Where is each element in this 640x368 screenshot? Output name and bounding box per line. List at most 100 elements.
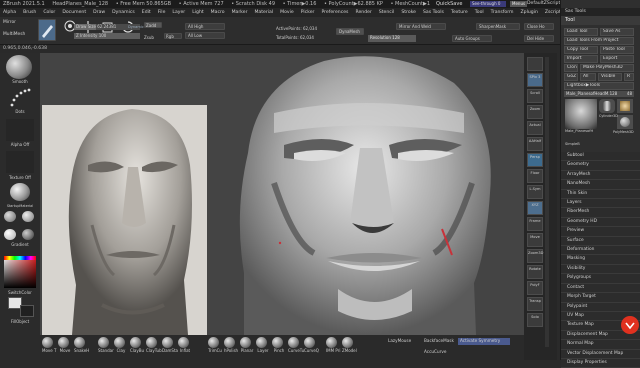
brush-snakehook[interactable]: SnakeH [74,337,89,353]
multimesh-button[interactable]: MultiMesh [3,32,25,38]
dots-stroke-icon[interactable] [8,87,32,109]
menu-material[interactable]: Material [254,8,273,17]
menu-dynamics[interactable]: Dynamics [112,8,135,17]
rgb-button[interactable]: Rgb [164,33,182,39]
brush-trimcurve[interactable]: TrimCu [208,337,222,353]
save-as-button[interactable]: Save As [600,28,634,36]
load-tool-button[interactable]: Load Tool [564,28,598,36]
subpalette-deformation[interactable]: Deformation [561,246,640,256]
frame-button[interactable]: Frame [527,217,543,231]
accucurve-button[interactable]: AccuCurve [424,349,446,355]
subpalette-surface[interactable]: Surface [561,236,640,247]
export-button[interactable]: Export [600,55,634,63]
smooth-brush-button[interactable] [6,55,32,79]
subpalette-normal-map[interactable]: Normal Map [561,340,640,350]
brush-curvetube[interactable]: CurveTu [288,337,304,353]
menu-stroke[interactable]: Stroke [401,8,416,17]
subpalette-geometry[interactable]: Geometry [561,161,640,171]
menu-zplugin[interactable]: Zplugin [521,8,538,17]
menu-document[interactable]: Document [62,8,86,17]
mirror-weld-button[interactable]: Mirror And Weld [396,23,446,30]
subpalette-subtool[interactable]: Subtool [561,152,640,162]
clone-button[interactable]: Clone [564,64,578,72]
subpalette-preview[interactable]: Preview [561,227,640,237]
menu-picker[interactable]: Picker [301,8,315,17]
default-zscript-button[interactable]: DefaultZScript [527,0,560,8]
material-sphere[interactable] [10,183,30,201]
dynamesh-button[interactable]: DynaMesh [336,28,364,35]
brush-damstandard[interactable]: DamSta [162,337,178,353]
all-low-button[interactable]: All Low [185,32,225,39]
menu-texture[interactable]: Texture [451,8,468,17]
menu-color[interactable]: Color [43,8,55,17]
brush-standard[interactable]: Standar [98,337,114,353]
menu-tool[interactable]: Tool [475,8,484,17]
subpalette-masking[interactable]: Masking [561,255,640,265]
resolution-slider[interactable]: Resolution 128 [368,35,416,42]
mirror-button[interactable]: Mirror [3,20,16,26]
local-symmetry-button[interactable]: L.Sym [527,185,543,199]
brush-pinch[interactable]: Pinch [272,337,286,353]
brush-clay[interactable]: Clay [114,337,128,353]
xyz-button[interactable]: XYZ [527,201,543,215]
subpalette-display-properties[interactable]: Display Properties [561,358,640,368]
subpalette-vector-displacement-map[interactable]: Vector Displacement Map [561,349,640,359]
tool-thumbnail-simpleb[interactable] [617,115,633,129]
alpha-slot[interactable] [6,119,34,141]
menu-marker[interactable]: Marker [232,8,248,17]
brush-curvequadfill[interactable]: CurveQ [304,337,319,353]
brush-move-topological[interactable]: Move T [42,337,56,353]
close-holes-button[interactable]: Close Ho [524,23,554,30]
menu-stencil[interactable]: Stencil [379,8,395,17]
scroll-button[interactable]: Scroll [527,89,543,103]
floor-button[interactable]: Floor [527,169,543,183]
brush-zmodeler[interactable]: ZModel [342,337,357,353]
hue-strip[interactable] [4,256,36,260]
z-intensity-slider[interactable]: Z Intensity 100 [74,33,140,39]
zsub-button[interactable]: Zsub [144,35,154,41]
menu-movie[interactable]: Movie [280,8,294,17]
subpalette-fibermesh[interactable]: FiberMesh [561,208,640,218]
menu-render[interactable]: Render [355,8,371,17]
sculpt-head-model[interactable] [214,53,524,335]
material-swatch-c[interactable] [4,229,16,240]
tool-thumbnail-polymesh[interactable] [617,99,633,113]
see-through-slider[interactable]: See-through 0 [470,1,506,7]
transparency-button[interactable]: Transp [527,297,543,311]
tool-thumbnail-head[interactable] [565,99,597,129]
secondary-color-swatch[interactable] [20,305,34,317]
brush-hpolish[interactable]: hPolish [224,337,238,353]
subpalette-nanomesh[interactable]: NanoMesh [561,180,640,190]
menu-alpha[interactable]: Alpha [3,8,16,17]
material-swatch-b[interactable] [22,211,34,222]
actual-button[interactable]: Actual [527,121,543,135]
menu-zscript[interactable]: Zscript [545,8,561,17]
brush-imm-primitives[interactable]: IMM Pri [326,337,340,353]
import-button[interactable]: Import [564,55,598,63]
del-hidden-button[interactable]: Del Hide [524,35,554,42]
menu-layer[interactable]: Layer [172,8,185,17]
make-polymesh-button[interactable]: Make PolyMesh3D [580,64,634,72]
brush-inflate[interactable]: Inflat [178,337,192,353]
rotate-view-button[interactable]: Rotate [527,265,543,279]
aahalf-button[interactable]: AAHalf [527,137,543,151]
menu-preferences[interactable]: Preferences [321,8,348,17]
menu-file[interactable]: File [158,8,166,17]
subpalette-contact[interactable]: Contact [561,283,640,294]
shelf-scrollbar[interactable] [545,57,549,347]
menu-brush[interactable]: Brush [23,8,36,17]
texture-slot[interactable] [6,151,34,173]
menu-macro[interactable]: Macro [211,8,225,17]
spix-button[interactable]: SPix 3 [527,73,543,87]
subpalette-geometry-hd[interactable]: Geometry HD [561,217,640,228]
edit-mode-button[interactable] [38,19,56,41]
subpalette-polygroups[interactable]: Polygroups [561,274,640,284]
subpalette-arraymesh[interactable]: ArrayMesh [561,170,640,181]
subpalette-layers[interactable]: Layers [561,199,640,209]
menu-edit[interactable]: Edit [142,8,151,17]
menu-draw[interactable]: Draw [93,8,105,17]
brush-layer[interactable]: Layer [256,337,270,353]
brush-move[interactable]: Move [58,337,72,353]
quicksave-button[interactable]: QuickSave [436,0,462,8]
visible-button[interactable]: Visible [598,73,622,81]
